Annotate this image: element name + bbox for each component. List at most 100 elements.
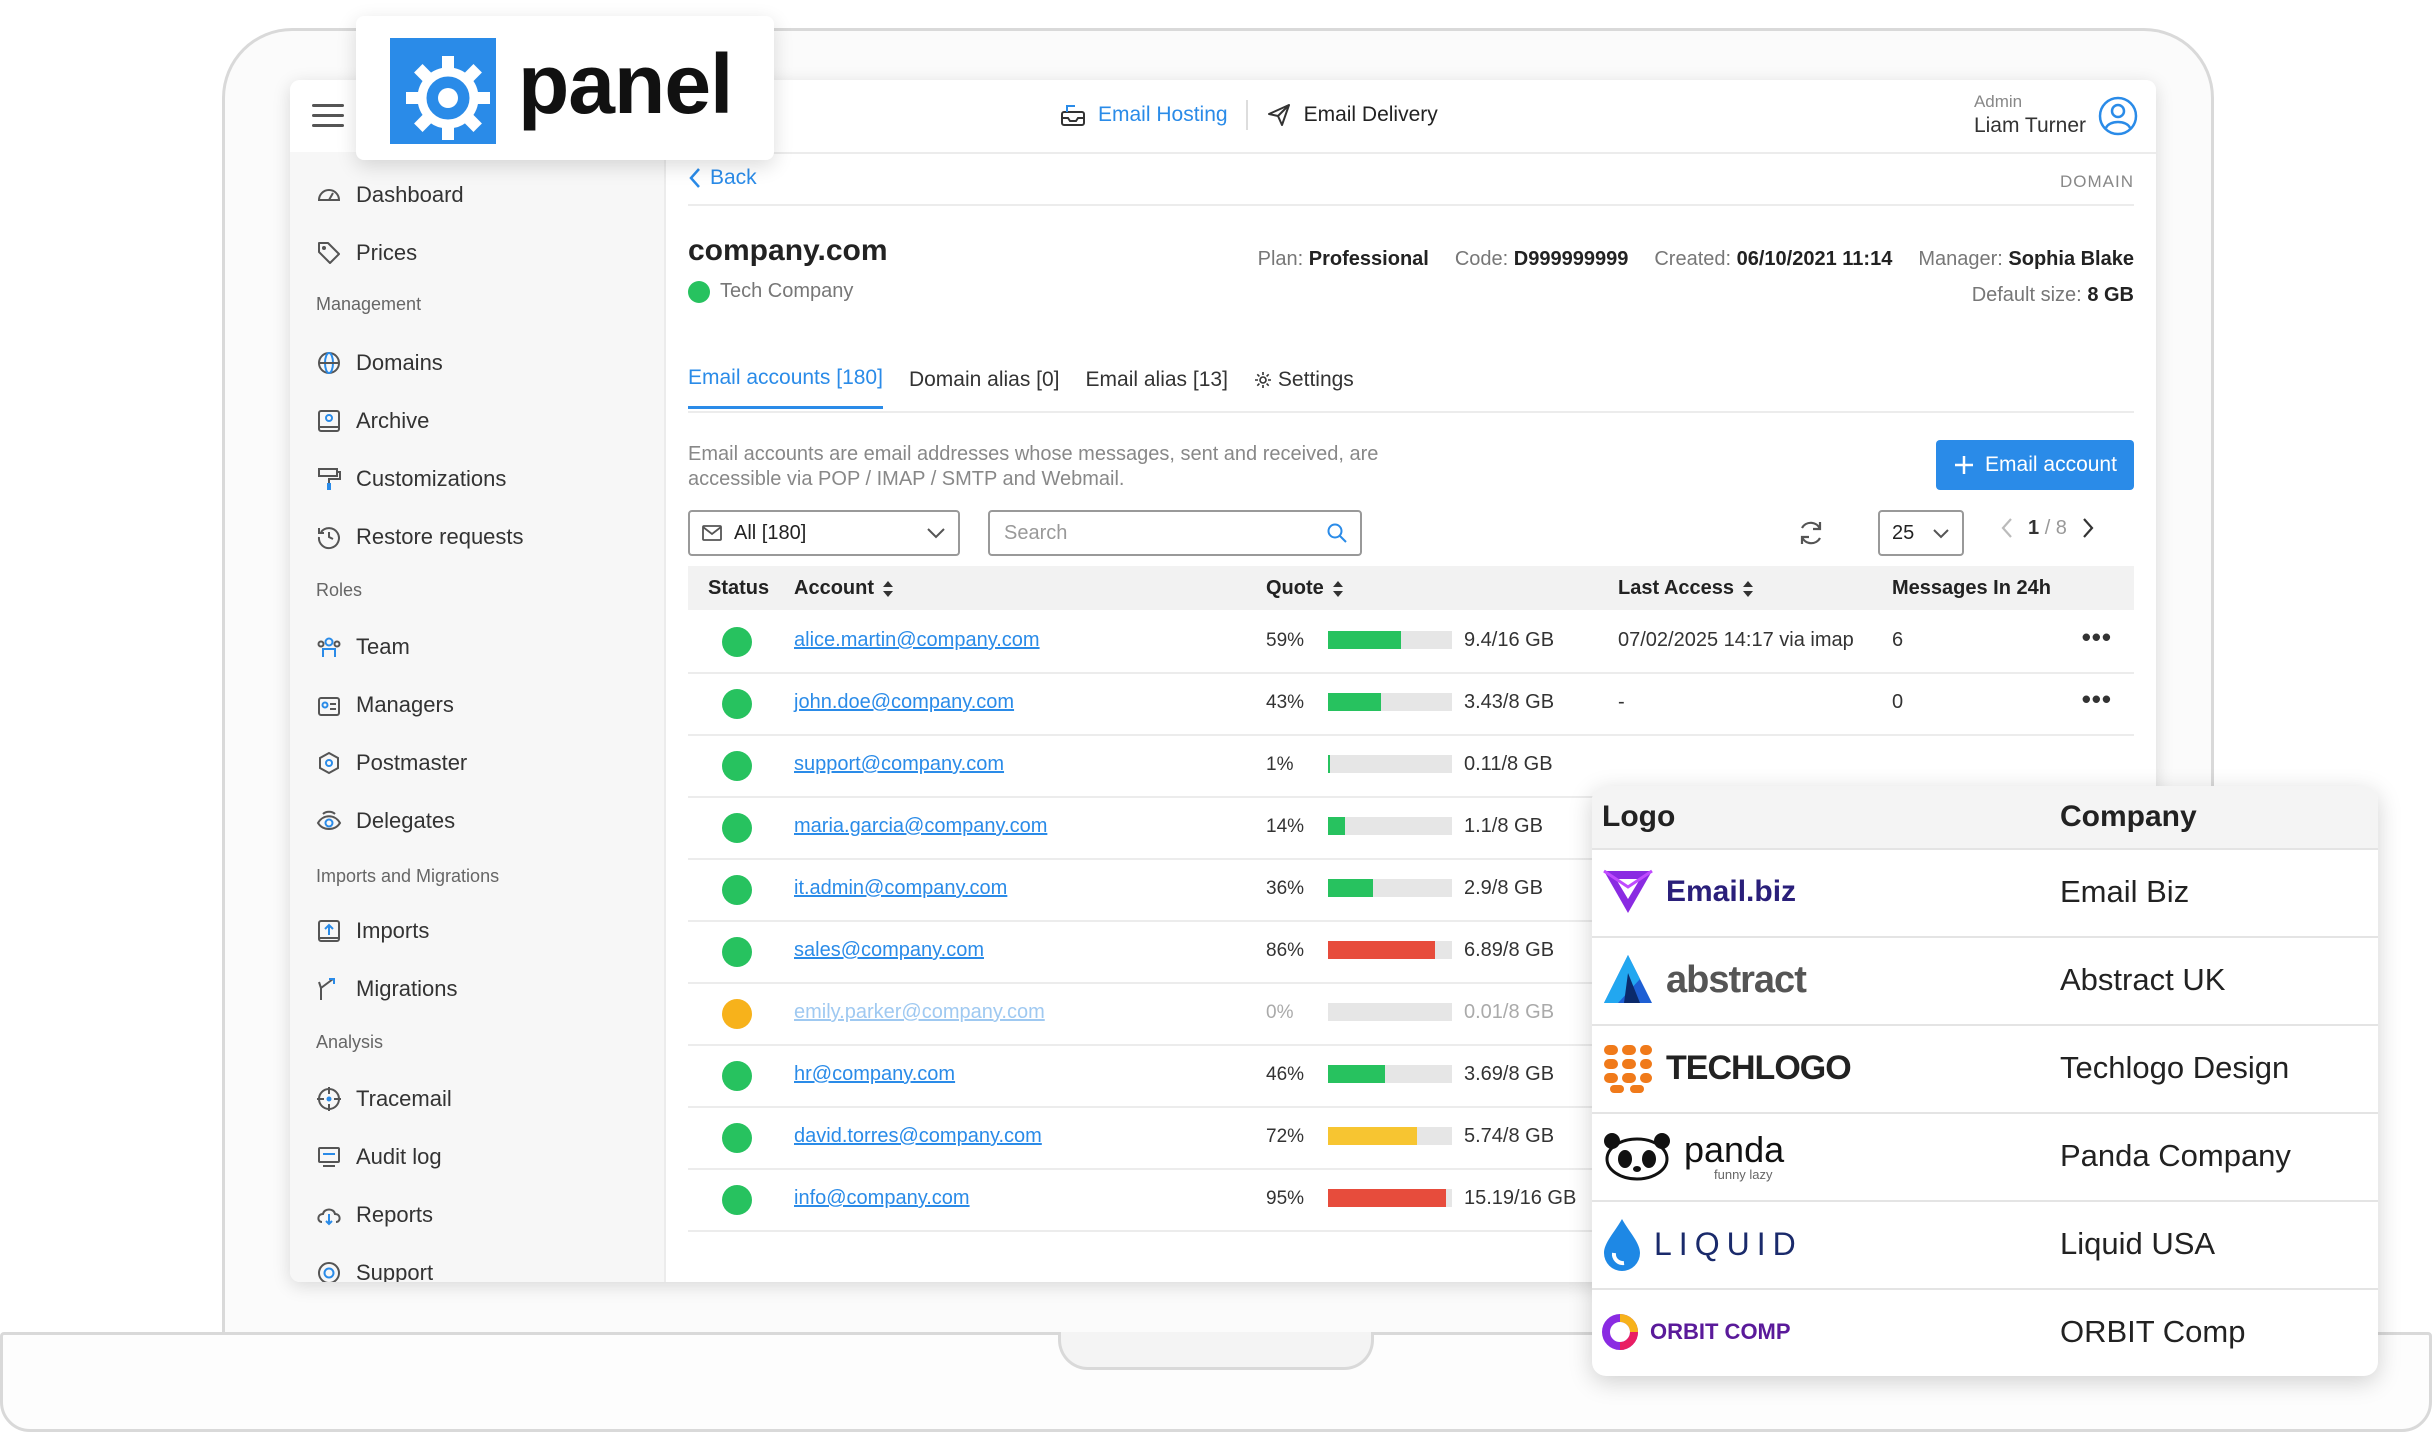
tab-email-delivery[interactable]: Email Delivery [1248, 102, 1456, 128]
domain-meta: Plan: Professional Code: D999999999 Crea… [1258, 248, 2134, 271]
account-link[interactable]: info@company.com [794, 1187, 970, 1210]
techlogo-logo: TECHLOGO [1600, 1038, 1852, 1098]
chevron-left-icon[interactable] [2000, 516, 2014, 540]
sidebar-item-reports[interactable]: Reports [316, 1202, 433, 1228]
sidebar-item-label: Dashboard [356, 182, 464, 207]
sidebar-item-audit-log[interactable]: Audit log [316, 1144, 442, 1170]
filter-value: All [180] [734, 521, 807, 544]
company-name: Email Biz [2060, 874, 2190, 909]
sidebar-item-dashboard[interactable]: Dashboard [316, 182, 464, 208]
brand-logo-card: panel [356, 16, 774, 160]
account-link[interactable]: david.torres@company.com [794, 1125, 1042, 1148]
refresh-icon[interactable] [1796, 518, 1826, 548]
col-last-access[interactable]: Last Access [1618, 577, 1754, 600]
meta-created-value: 06/10/2021 11:14 [1736, 248, 1893, 270]
back-link[interactable]: Back [688, 166, 757, 190]
quota-bar-fill [1328, 755, 1330, 773]
account-link[interactable]: alice.martin@company.com [794, 629, 1040, 652]
search-icon[interactable] [1326, 522, 1348, 544]
sort-icon [883, 580, 893, 597]
logo-text: abstract [1666, 958, 1807, 1001]
gauge-icon [317, 189, 341, 201]
quota-percent: 46% [1266, 1064, 1305, 1085]
sort-icon [1743, 580, 1753, 597]
account-link[interactable]: sales@company.com [794, 939, 984, 962]
quota-percent: 0% [1266, 1002, 1294, 1023]
add-email-account-button[interactable]: Email account [1936, 440, 2134, 490]
quota-percent: 72% [1266, 1126, 1305, 1147]
quota-bar-fill [1328, 941, 1435, 959]
quota-size: 1.1/8 GB [1464, 815, 1543, 837]
sidebar-item-support[interactable]: Support [316, 1260, 433, 1282]
sidebar-item-managers[interactable]: Managers [316, 692, 454, 718]
panda-logo: panda funny lazy [1600, 1126, 1784, 1186]
col-quota-label: Quote [1266, 577, 1324, 599]
orbit-ring-icon [1602, 1314, 1638, 1350]
table-row[interactable]: alice.martin@company.com 59% 9.4/16 GB 07/0… [688, 610, 2134, 674]
section-tag: DOMAIN [2060, 172, 2134, 191]
hamburger-menu-icon[interactable] [312, 104, 344, 128]
user-info[interactable]: Admin Liam Turner [1974, 92, 2086, 138]
price-tag-icon [318, 242, 340, 264]
import-icon [318, 920, 340, 942]
chevron-right-icon[interactable] [2081, 516, 2095, 540]
account-link[interactable]: support@company.com [794, 753, 1004, 776]
company-name: Tech Company [720, 280, 854, 302]
account-link[interactable]: maria.garcia@company.com [794, 815, 1047, 838]
tab-settings[interactable]: Settings [1254, 366, 1354, 409]
company-name: Techlogo Design [2060, 1050, 2290, 1085]
quota-bar-fill [1328, 1065, 1386, 1083]
sidebar-section-roles: Roles [316, 580, 363, 600]
table-row[interactable]: john.doe@company.com 43% 3.43/8 GB - 0 ••• [688, 672, 2134, 736]
tab-email-hosting-label: Email Hosting [1098, 103, 1228, 126]
techlogo-mark-icon [1604, 1045, 1652, 1093]
account-link[interactable]: john.doe@company.com [794, 691, 1014, 714]
tab-email-hosting[interactable]: Email Hosting [1042, 102, 1246, 128]
status-dot [722, 999, 752, 1029]
sidebar-item-label: Customizations [356, 466, 507, 491]
logo-text: panda [1684, 1128, 1785, 1170]
quota-bar [1328, 631, 1452, 649]
sidebar-section-management: Management [316, 294, 422, 314]
search-input[interactable] [1002, 520, 1326, 546]
account-link[interactable]: it.admin@company.com [794, 877, 1007, 900]
col-account[interactable]: Account [794, 577, 894, 600]
account-link[interactable]: hr@company.com [794, 1063, 955, 1086]
sidebar-item-label: Imports [356, 918, 430, 943]
sidebar-item-delegates[interactable]: Delegates [316, 808, 455, 834]
more-options-icon[interactable]: ••• [2082, 622, 2112, 653]
laptop-notch [1058, 1332, 1374, 1370]
tab-email-accounts[interactable]: Email accounts [180] [688, 366, 883, 409]
sidebar-item-archive[interactable]: Archive [316, 408, 429, 434]
tab-email-alias[interactable]: Email alias [13] [1086, 366, 1228, 409]
company-row: TECHLOGO Techlogo Design [1592, 1024, 2378, 1114]
page-indicator: 1 / 8 [2028, 517, 2067, 540]
quota-bar [1328, 755, 1452, 773]
quota-bar-fill [1328, 693, 1382, 711]
sidebar-item-prices[interactable]: Prices [316, 240, 417, 266]
sidebar-item-domains[interactable]: Domains [316, 350, 443, 376]
quota-percent: 86% [1266, 940, 1305, 961]
team-icon [317, 637, 341, 657]
sidebar-section-analysis: Analysis [316, 1032, 384, 1052]
sidebar-item-imports[interactable]: Imports [316, 918, 429, 944]
account-link[interactable]: emily.parker@company.com [794, 1001, 1045, 1024]
quota-size: 6.89/8 GB [1464, 939, 1555, 961]
more-options-icon[interactable]: ••• [2082, 684, 2112, 715]
company-row: Email.biz Email Biz [1592, 848, 2378, 938]
sidebar-item-restore-requests[interactable]: Restore requests [316, 524, 524, 550]
sidebar-item-customizations[interactable]: Customizations [316, 466, 506, 492]
col-quota[interactable]: Quote [1266, 577, 1344, 600]
company-name: ORBIT Comp [2060, 1314, 2246, 1349]
per-page-select[interactable]: 25 [1878, 510, 1964, 556]
avatar-icon[interactable] [2098, 96, 2138, 136]
tab-domain-alias[interactable]: Domain alias [0] [909, 366, 1060, 409]
sidebar-item-postmaster[interactable]: Postmaster [316, 750, 467, 776]
tab-email-delivery-label: Email Delivery [1303, 103, 1438, 126]
meta-size-label: Default size: [1971, 284, 2082, 306]
sidebar-item-tracemail[interactable]: Tracemail [316, 1086, 452, 1112]
account-filter-select[interactable]: All [180] [688, 510, 960, 556]
sidebar-item-migrations[interactable]: Migrations [316, 976, 457, 1002]
sidebar-item-team[interactable]: Team [316, 634, 410, 660]
company-row: abstract Abstract UK [1592, 936, 2378, 1026]
